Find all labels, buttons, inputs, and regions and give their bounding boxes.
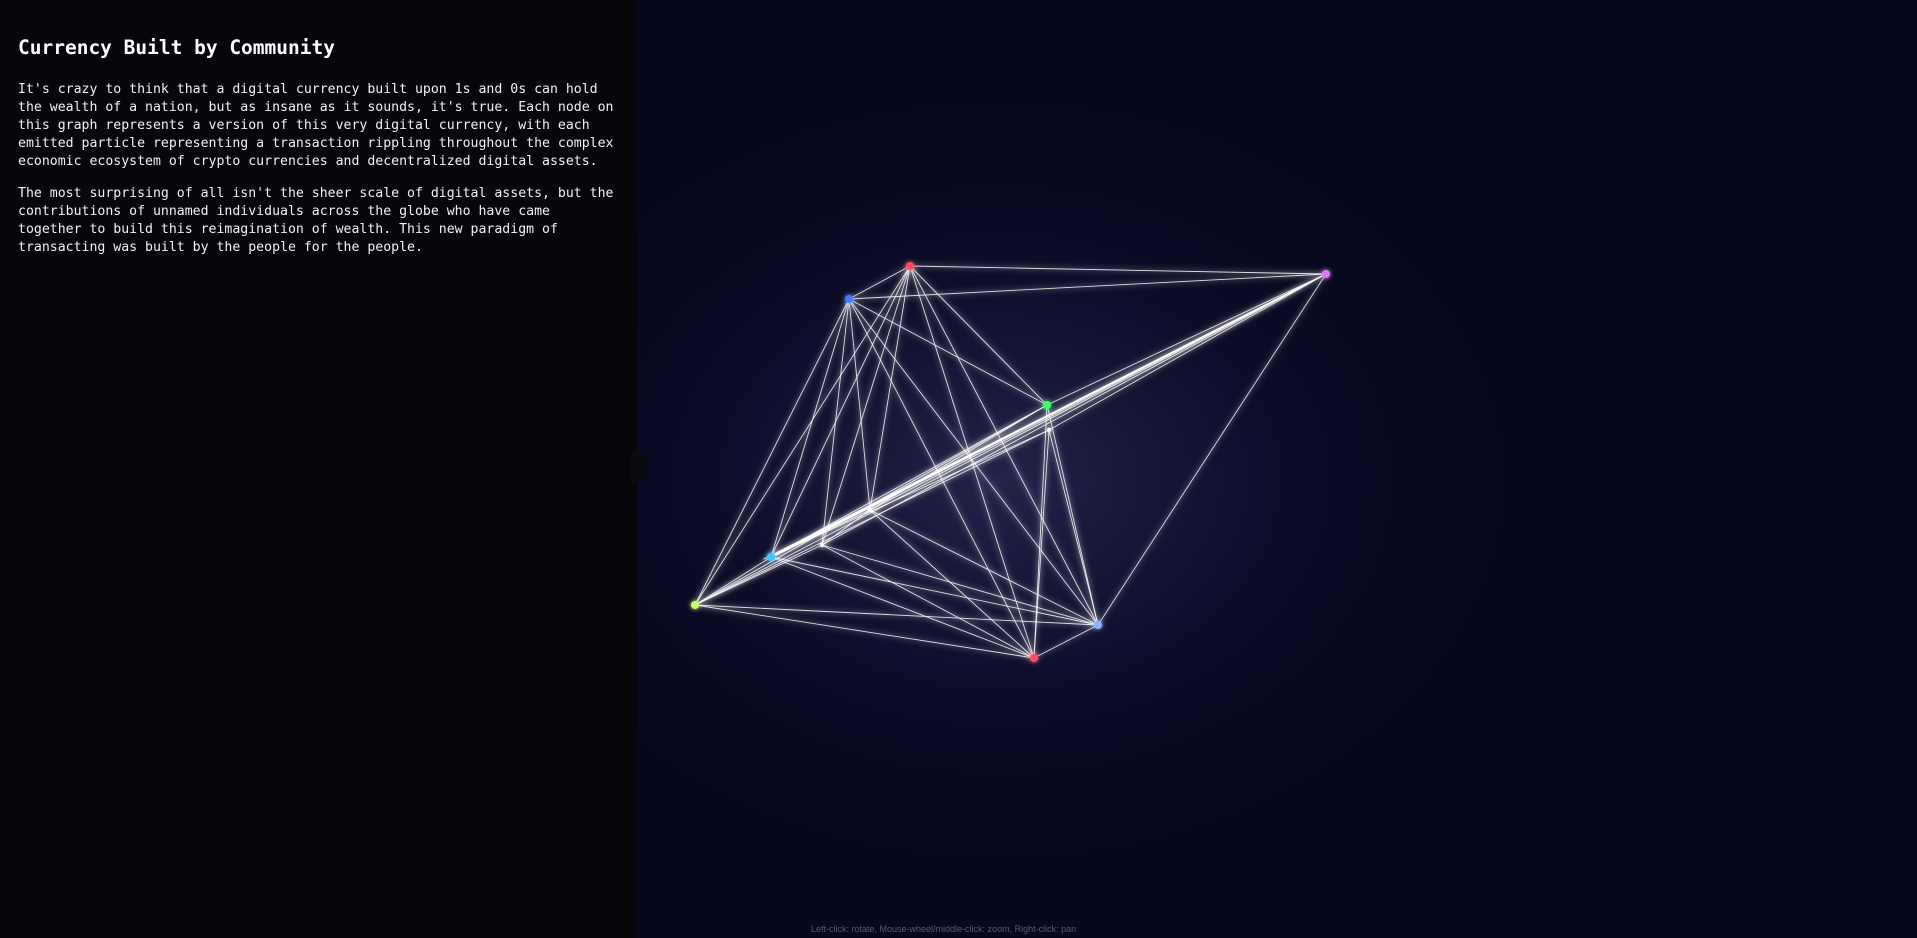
graph-node[interactable] <box>1094 621 1102 629</box>
graph-node[interactable] <box>819 542 825 548</box>
panel-paragraph-2: The most surprising of all isn't the she… <box>18 186 614 255</box>
graph-node[interactable] <box>845 295 853 303</box>
graph-node[interactable] <box>1030 654 1038 662</box>
info-panel: Currency Built by Community It's crazy t… <box>0 0 637 938</box>
panel-paragraph-1: It's crazy to think that a digital curre… <box>18 82 614 169</box>
graph-node[interactable] <box>767 553 775 561</box>
graph-node[interactable] <box>1322 270 1330 278</box>
panel-collapse-handle[interactable] <box>631 452 647 482</box>
graph-node[interactable] <box>906 262 914 270</box>
controls-hint: Left-click: rotate, Mouse-wheel/middle-c… <box>811 924 1077 934</box>
graph-node[interactable] <box>1046 427 1052 433</box>
graph-node[interactable] <box>1043 401 1051 409</box>
panel-title: Currency Built by Community <box>18 36 335 59</box>
graph-node[interactable] <box>691 601 699 609</box>
app-root: Currency Built by Community It's crazy t… <box>0 0 1917 938</box>
graph-node[interactable] <box>867 507 873 513</box>
